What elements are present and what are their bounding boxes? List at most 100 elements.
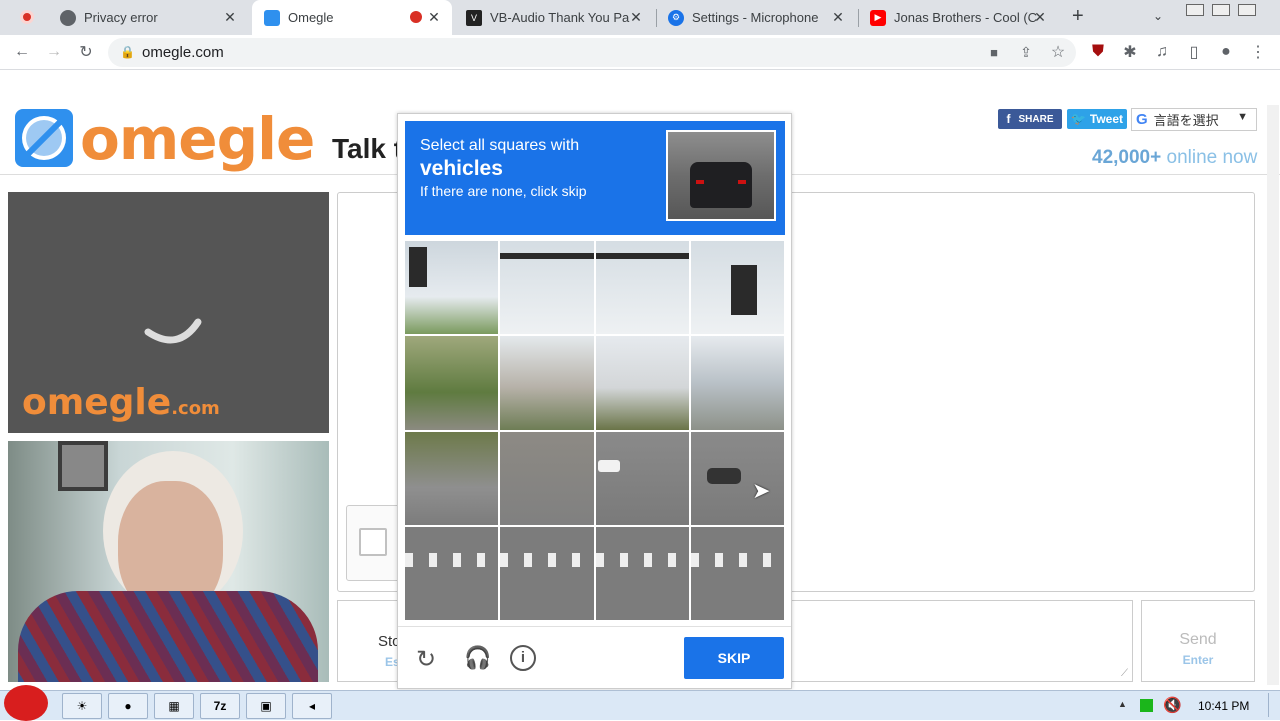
image-tile[interactable] — [500, 241, 594, 335]
page-scrollbar[interactable] — [1267, 105, 1279, 685]
enter-hint: Enter — [1182, 653, 1214, 667]
image-tile[interactable] — [500, 336, 594, 430]
tray-green-icon[interactable] — [1140, 699, 1153, 712]
video-watermark-suffix: .com — [171, 398, 220, 419]
resize-grip-icon[interactable]: ⟋ — [1121, 668, 1128, 679]
reload-icon[interactable]: ↻ — [74, 40, 98, 64]
skip-button[interactable]: SKIP — [684, 637, 784, 679]
wall-frame — [58, 441, 108, 491]
forward-arrow-icon[interactable]: → — [42, 40, 66, 64]
challenge-hint: If there are none, click skip — [420, 183, 587, 199]
chrome-taskbar-icon[interactable]: ● — [108, 693, 148, 719]
recording-indicator-icon — [20, 10, 34, 24]
close-tab-icon[interactable]: ✕ — [628, 9, 644, 26]
menu-kebab-icon[interactable]: ⋮ — [1246, 40, 1270, 64]
signal-arm — [500, 253, 594, 259]
youtube-icon: ▶ — [870, 9, 886, 26]
image-tile[interactable] — [690, 241, 784, 335]
new-tab-button[interactable]: + — [1072, 5, 1084, 28]
tail-light — [738, 180, 746, 184]
speaker-app-icon[interactable]: ◂ — [292, 693, 332, 719]
volume-muted-icon[interactable]: 🔇 — [1163, 696, 1182, 714]
system-clock[interactable]: 10:41 PM — [1198, 699, 1249, 713]
camera-icon[interactable]: ■ — [982, 40, 1006, 64]
stranger-video: omegle.com — [8, 192, 329, 433]
back-arrow-icon[interactable]: ← — [10, 40, 34, 64]
image-tile[interactable] — [405, 431, 499, 525]
close-tab-icon[interactable]: ✕ — [1032, 9, 1048, 26]
tab-privacy-error[interactable]: Privacy error ✕ — [48, 0, 248, 35]
image-tile[interactable] — [405, 241, 499, 335]
tab-vb-audio[interactable]: V VB-Audio Thank You Pa ✕ — [454, 0, 654, 35]
image-tile[interactable] — [595, 241, 689, 335]
translate-label: 言語を選択 — [1153, 113, 1219, 128]
audio-challenge-headphones-icon[interactable]: 🎧 — [464, 645, 491, 671]
close-tab-icon[interactable]: ✕ — [222, 9, 238, 26]
send-button[interactable]: Send Enter — [1141, 600, 1255, 682]
vb-audio-favicon-icon: V — [466, 9, 482, 26]
omegle-logo[interactable]: omegle — [80, 108, 315, 170]
restore-icon[interactable] — [1212, 4, 1230, 16]
tab-jonas-brothers[interactable]: ▶ Jonas Brothers - Cool (C ✕ — [858, 0, 1058, 35]
traffic-signal — [730, 265, 757, 315]
app-window-icon[interactable]: ▣ — [246, 693, 286, 719]
traffic-signal — [409, 247, 427, 287]
show-desktop-button[interactable] — [1268, 693, 1278, 717]
image-tile[interactable] — [500, 526, 594, 620]
share-icon[interactable]: ⇪ — [1014, 40, 1038, 64]
image-tile[interactable] — [690, 336, 784, 430]
image-tile[interactable] — [500, 431, 594, 525]
tab-search-chevron-icon[interactable]: ⌄ — [1153, 9, 1163, 23]
car-shape — [690, 162, 752, 208]
self-video — [8, 441, 329, 682]
crosswalk — [690, 552, 784, 567]
close-tab-icon[interactable]: ✕ — [426, 9, 442, 26]
lock-icon: 🔒 — [120, 45, 135, 59]
close-tab-icon[interactable]: ✕ — [830, 9, 846, 26]
person-body — [18, 591, 318, 682]
image-tile[interactable] — [405, 526, 499, 620]
start-button-bird-icon[interactable] — [4, 685, 48, 721]
translate-language-select[interactable]: G 言語を選択 ▼ — [1131, 108, 1257, 131]
omegle-logo-icon — [15, 109, 73, 167]
media-control-icon[interactable]: ♫ — [1150, 40, 1174, 64]
reload-challenge-icon[interactable]: ↻ — [416, 645, 436, 674]
image-tile[interactable] — [595, 526, 689, 620]
url-text[interactable]: omegle.com — [142, 44, 224, 61]
facebook-share-button[interactable]: f SHARE — [998, 109, 1062, 129]
7zip-taskbar-icon[interactable]: 7z — [200, 693, 240, 719]
page-tagline: Talk t — [332, 133, 404, 164]
image-tile[interactable] — [595, 336, 689, 430]
share-label: SHARE — [1018, 113, 1054, 125]
extensions-puzzle-icon[interactable]: ✱ — [1118, 40, 1142, 64]
info-icon[interactable]: i — [510, 645, 536, 671]
recaptcha-challenge: Select all squares with vehicles If ther… — [397, 113, 792, 689]
video-watermark: omegle.com — [22, 382, 220, 423]
image-tile-grid — [405, 241, 784, 620]
recaptcha-checkbox[interactable] — [359, 528, 387, 556]
twitter-bird-icon: 🐦 — [1070, 112, 1086, 126]
image-tile[interactable] — [595, 431, 689, 525]
tray-expand-icon[interactable]: ▲ — [1118, 699, 1127, 709]
challenge-header: Select all squares with vehicles If ther… — [405, 121, 785, 235]
video-watermark-text: omegle — [22, 382, 172, 423]
tab-strip: Privacy error ✕ Omegle ✕ V VB-Audio Than… — [0, 0, 1280, 35]
extension-shield-icon[interactable]: ⛊ — [1086, 40, 1110, 64]
profile-avatar-icon[interactable]: ● — [1214, 40, 1238, 64]
image-tile[interactable] — [405, 336, 499, 430]
send-label: Send — [1179, 631, 1217, 648]
browser-toolbar: ← → ↻ 🔒 omegle.com ■ ⇪ ☆ ⛊ ✱ ♫ ▯ ● ⋮ — [0, 35, 1280, 70]
tab-omegle[interactable]: Omegle ✕ — [252, 0, 452, 35]
image-tile[interactable] — [690, 526, 784, 620]
tweet-button[interactable]: 🐦 Tweet — [1067, 109, 1127, 129]
sample-vehicle-image — [666, 130, 776, 221]
tweet-label: Tweet — [1089, 112, 1124, 126]
app-grid-icon[interactable]: ▦ — [154, 693, 194, 719]
close-window-icon[interactable] — [1238, 4, 1256, 16]
side-panel-icon[interactable]: ▯ — [1182, 40, 1206, 64]
address-bar[interactable]: 🔒 omegle.com — [108, 38, 1076, 67]
minimize-icon[interactable] — [1186, 4, 1204, 16]
sun-app-icon[interactable]: ☀ — [62, 693, 102, 719]
bookmark-star-icon[interactable]: ☆ — [1046, 40, 1070, 64]
tab-settings-microphone[interactable]: ⚙ Settings - Microphone ✕ — [656, 0, 856, 35]
